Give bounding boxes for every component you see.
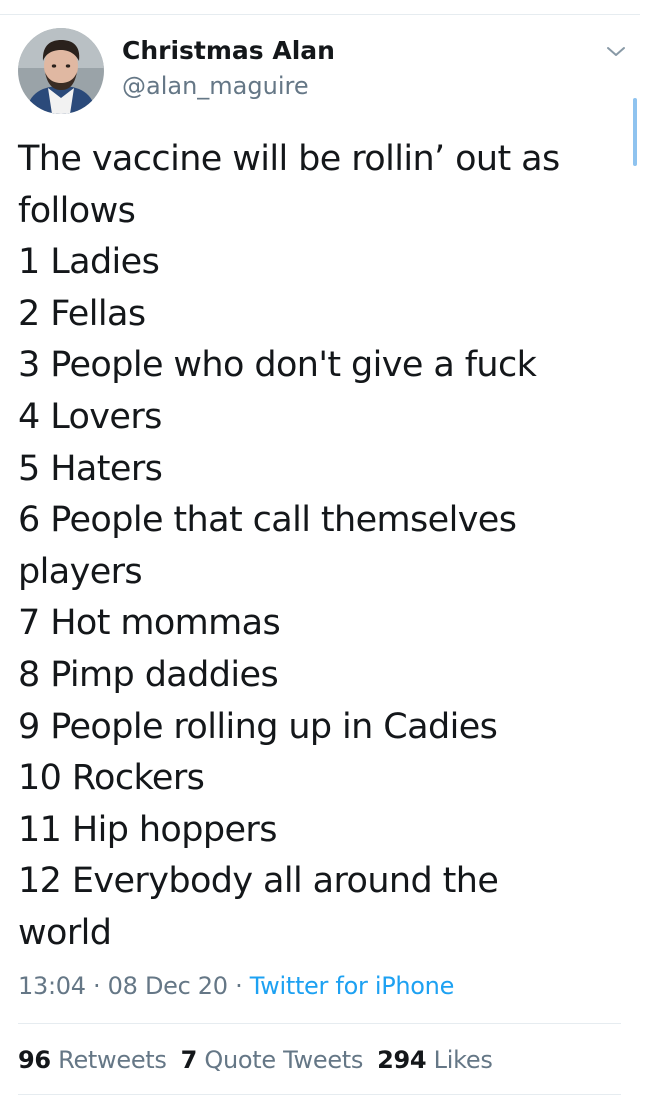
tweet-line: players [18, 551, 143, 592]
meta-separator: · [85, 972, 108, 1000]
quote-tweets-count: 7 [180, 1046, 198, 1074]
tweet-line: The vaccine will be rollin’ out as [18, 139, 560, 179]
likes-label: Likes [433, 1046, 493, 1074]
tweet-line: 6 People that call themselves [18, 500, 517, 541]
tweet-stats: 96 Retweets 7 Quote Tweets 294 Likes [18, 1040, 507, 1080]
tweet-line: 11 Hip hoppers [18, 809, 277, 850]
tweet-date[interactable]: 08 Dec 20 [108, 972, 228, 1000]
meta-separator: · [227, 972, 250, 1000]
divider [18, 1094, 621, 1095]
tweet-line: 2 Fellas [18, 293, 146, 334]
avatar[interactable] [18, 28, 104, 114]
quote-tweets-label: Quote Tweets [204, 1046, 364, 1074]
retweets-stat[interactable]: 96 Retweets [18, 1046, 167, 1074]
avatar-image [18, 28, 104, 114]
tweet-line: follows [18, 190, 136, 231]
tweet-line: 8 Pimp daddies [18, 654, 279, 695]
tweet-line: 1 Ladies [18, 242, 160, 283]
retweets-count: 96 [18, 1046, 51, 1074]
tweet-line: 3 People who don't give a fuck [18, 345, 537, 386]
tweet-line: 9 People rolling up in Cadies [18, 706, 498, 747]
tweet-line: 5 Haters [18, 448, 163, 489]
quote-tweets-stat[interactable]: 7 Quote Tweets [181, 1046, 364, 1074]
divider [18, 1023, 621, 1024]
likes-stat[interactable]: 294 Likes [377, 1046, 493, 1074]
tweet-line: 4 Lovers [18, 396, 162, 437]
scroll-indicator[interactable] [633, 98, 637, 166]
tweet-line: 7 Hot mommas [18, 603, 281, 644]
tweet-header: Christmas Alan @alan_maguire [18, 28, 628, 116]
tweet-meta: 13:04 · 08 Dec 20 · Twitter for iPhone [18, 966, 454, 1006]
likes-count: 294 [377, 1046, 427, 1074]
author-block: Christmas Alan @alan_maguire [122, 34, 335, 104]
tweet-line: 12 Everybody all around the [18, 861, 499, 902]
top-divider [0, 14, 640, 15]
author-display-name[interactable]: Christmas Alan [122, 34, 335, 68]
tweet-line: 10 Rockers [18, 758, 205, 799]
tweet-time[interactable]: 13:04 [18, 972, 86, 1000]
author-handle[interactable]: @alan_maguire [122, 68, 335, 104]
retweets-label: Retweets [58, 1046, 167, 1074]
tweet-source-link[interactable]: Twitter for iPhone [250, 972, 455, 1000]
tweet-line: world [18, 912, 112, 953]
chevron-down-icon[interactable] [604, 40, 628, 64]
tweet-text: The vaccine will be rollin’ out as follo… [18, 134, 618, 960]
